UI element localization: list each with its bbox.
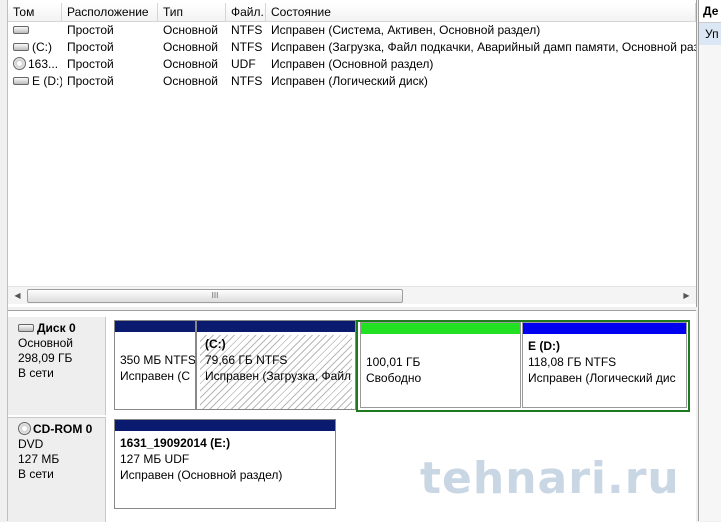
cdrom-0-label[interactable]: CD-ROM 0 DVD 127 МБ В сети	[8, 417, 106, 522]
cd-icon	[18, 422, 31, 436]
scroll-left-icon[interactable]: ◀	[9, 287, 26, 304]
volume-type: Основной	[163, 23, 219, 37]
volume-row[interactable]: (C:) Простой Основной NTFS Исправен (Заг…	[8, 39, 696, 56]
disk-icon	[18, 323, 34, 332]
horizontal-scrollbar[interactable]: ◀ III ▶	[8, 286, 696, 304]
partition-name	[366, 338, 520, 354]
actions-header: Де	[699, 0, 721, 23]
volume-row[interactable]: 163... Простой Основной UDF Исправен (Ос…	[8, 56, 696, 73]
partition-size: 79,66 ГБ NTFS	[205, 353, 288, 367]
column-layout[interactable]: Расположение	[62, 3, 158, 21]
volume-layout: Простой	[67, 74, 114, 88]
partition-name	[120, 336, 195, 352]
disk-state: В сети	[18, 467, 54, 481]
volume-type: Основной	[163, 57, 219, 71]
column-header: Том Расположение Тип Файл... Состояние	[8, 3, 696, 22]
volume-list: Том Расположение Тип Файл... Состояние П…	[8, 0, 697, 307]
partition-name: E (D:)	[528, 339, 560, 353]
volume-status: Исправен (Система, Активен, Основной раз…	[271, 23, 541, 37]
left-edge	[0, 0, 8, 521]
disk-size: 298,09 ГБ	[18, 351, 73, 365]
scroll-thumb[interactable]: III	[27, 289, 403, 303]
partition-free-space[interactable]: 100,01 ГБ Свободно	[360, 322, 521, 408]
partition-size: 100,01 ГБ	[366, 355, 421, 369]
actions-panel: Де Уп	[698, 0, 721, 521]
disk-icon	[13, 76, 29, 85]
partition-name: 1631_19092014 (E:)	[120, 436, 231, 450]
partition-status: Свободно	[366, 371, 422, 385]
column-filesystem[interactable]: Файл...	[226, 3, 266, 21]
partition-status: Исправен (Загрузка, Файл	[205, 369, 352, 383]
partition-name: (C:)	[205, 337, 226, 351]
watermark-text: tehnari.ru	[420, 453, 680, 504]
actions-item[interactable]: Уп	[699, 23, 721, 45]
partition-size: 127 МБ UDF	[120, 452, 190, 466]
disk-icon	[13, 25, 29, 34]
volume-row[interactable]: E (D:) Простой Основной NTFS Исправен (Л…	[8, 73, 696, 90]
scroll-right-icon[interactable]: ▶	[678, 287, 695, 304]
volume-layout: Простой	[67, 40, 114, 54]
partition-size: 350 МБ NTFS	[120, 353, 196, 367]
volume-name: (C:)	[8, 39, 62, 56]
cd-icon	[13, 57, 26, 71]
partition-cdrom[interactable]: 1631_19092014 (E:) 127 МБ UDF Исправен (Ос…	[114, 419, 336, 509]
partition-status: Исправен (Логический дис	[528, 371, 676, 385]
disk-state: В сети	[18, 366, 54, 380]
volume-name	[8, 22, 62, 39]
partition-e[interactable]: E (D:) 118,08 ГБ NTFS Исправен (Логический…	[522, 322, 687, 408]
volume-fs: NTFS	[231, 74, 263, 88]
volume-layout: Простой	[67, 57, 114, 71]
disk-0-label[interactable]: Диск 0 Основной 298,09 ГБ В сети	[8, 317, 106, 415]
volume-status: Исправен (Загрузка, Файл подкачки, Авари…	[271, 40, 696, 54]
partition-status: Исправен (С	[120, 369, 191, 383]
partition-bar	[523, 323, 686, 334]
partition-c[interactable]: (C:) 79,66 ГБ NTFS Исправен (Загрузка, Фай…	[196, 320, 356, 410]
column-status[interactable]: Состояние	[266, 3, 696, 21]
disk-kind: DVD	[18, 437, 44, 451]
disk-kind: Основной	[18, 336, 74, 350]
partition-system-reserved[interactable]: 350 МБ NTFS Исправен (С	[114, 320, 196, 410]
volume-status: Исправен (Основной раздел)	[271, 57, 434, 71]
column-type[interactable]: Тип	[158, 3, 226, 21]
partition-status: Исправен (Основной раздел)	[120, 468, 283, 482]
volume-type: Основной	[163, 74, 219, 88]
disk-icon	[13, 42, 29, 51]
partition-bar	[115, 420, 335, 431]
partition-size: 118,08 ГБ NTFS	[528, 355, 617, 369]
volume-fs: UDF	[231, 57, 256, 71]
partition-bar	[361, 323, 520, 334]
volume-name: E (D:)	[8, 73, 62, 90]
volume-type: Основной	[163, 40, 219, 54]
volume-name: 163...	[8, 56, 62, 73]
partition-bar	[197, 321, 355, 332]
volume-row[interactable]: Простой Основной NTFS Исправен (Система,…	[8, 22, 696, 39]
partition-bar	[115, 321, 195, 332]
volume-status: Исправен (Логический диск)	[271, 74, 428, 88]
column-volume[interactable]: Том	[8, 3, 62, 21]
volume-layout: Простой	[67, 23, 114, 37]
volume-fs: NTFS	[231, 40, 263, 54]
disk-size: 127 МБ	[18, 452, 60, 466]
volume-fs: NTFS	[231, 23, 263, 37]
